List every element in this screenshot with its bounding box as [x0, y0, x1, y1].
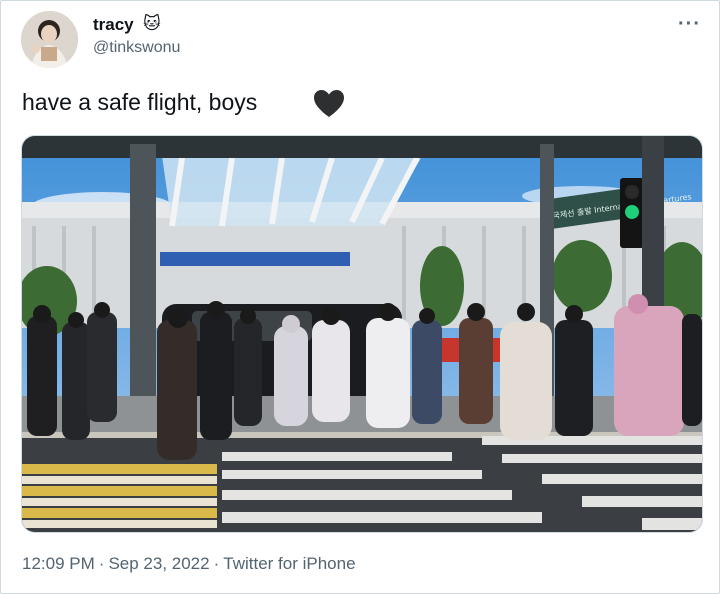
cat-face-icon: 🐱	[143, 14, 161, 33]
black-heart-icon	[314, 90, 344, 117]
tweet-date[interactable]: Sep 23, 2022	[108, 554, 209, 573]
avatar[interactable]	[21, 11, 78, 68]
separator-dot: ·	[98, 554, 105, 573]
tweet-metadata: 12:09 PM · Sep 23, 2022 · Twitter for iPhone	[22, 554, 356, 574]
avatar-image	[21, 11, 78, 68]
airport-scene-image: 국제선 출발 International Departures	[22, 136, 702, 532]
tweet-source[interactable]: Twitter for iPhone	[223, 554, 355, 573]
tweet-media-video[interactable]: 국제선 출발 International Departures	[21, 135, 703, 533]
tweet-time[interactable]: 12:09 PM	[22, 554, 95, 573]
separator-dot: ·	[213, 554, 220, 573]
display-name[interactable]: tracy	[93, 15, 134, 35]
tweet-text: have a safe flight, boys	[22, 89, 258, 115]
more-options-icon[interactable]: ···	[678, 13, 701, 36]
user-handle[interactable]: @tinkswonu	[93, 39, 180, 57]
tweet-card: tracy 🐱 @tinkswonu ··· have a safe fligh…	[0, 0, 720, 594]
